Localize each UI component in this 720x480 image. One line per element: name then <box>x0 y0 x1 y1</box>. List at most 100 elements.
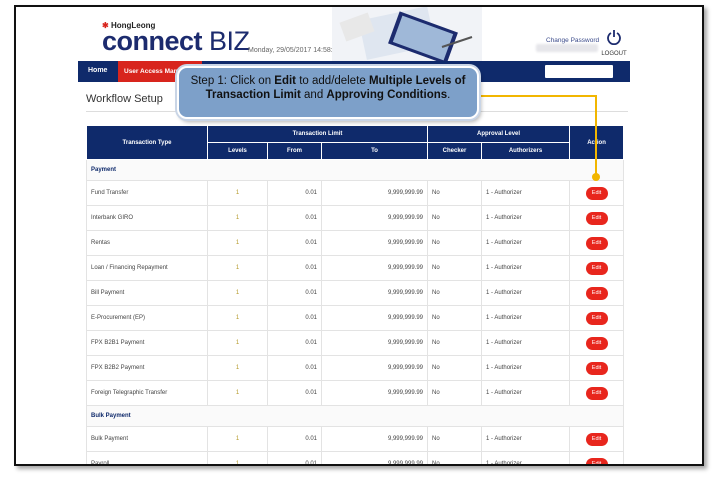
cell-checker: No <box>427 330 483 356</box>
cell-from: 0.01 <box>267 280 322 306</box>
cell-action: Edit <box>569 451 625 464</box>
cell-to: 9,999,999.99 <box>320 355 429 381</box>
cell-authorizers: 1 - Authorizer <box>481 255 571 281</box>
cell-levels: 1 <box>207 355 268 381</box>
table-row: FPX B2B2 Payment 1 0.01 9,999,999.99 No … <box>86 355 625 381</box>
cell-from: 0.01 <box>267 355 322 381</box>
cell-action: Edit <box>569 180 625 206</box>
cell-type: FPX B2B1 Payment <box>86 330 208 356</box>
cell-to: 9,999,999.99 <box>320 380 429 406</box>
cell-action: Edit <box>569 355 625 381</box>
cell-type: Interbank GIRO <box>86 205 208 231</box>
edit-button[interactable]: Edit <box>585 236 608 250</box>
edit-button[interactable]: Edit <box>585 386 608 400</box>
col-checker: Checker <box>427 142 483 160</box>
edit-button[interactable]: Edit <box>585 457 608 464</box>
cell-action: Edit <box>569 305 625 331</box>
cell-action: Edit <box>569 380 625 406</box>
cell-authorizers: 1 - Authorizer <box>481 426 571 452</box>
cell-to: 9,999,999.99 <box>320 205 429 231</box>
section-label: Bulk Payment <box>85 405 625 427</box>
cell-to: 9,999,999.99 <box>320 305 429 331</box>
cell-from: 0.01 <box>267 451 322 464</box>
cell-levels: 1 <box>207 330 268 356</box>
cell-levels: 1 <box>207 230 268 256</box>
callout-text: and <box>300 89 327 101</box>
cell-from: 0.01 <box>267 380 322 406</box>
cell-to: 9,999,999.99 <box>320 255 429 281</box>
cell-from: 0.01 <box>267 180 322 206</box>
cell-checker: No <box>427 451 483 464</box>
table-row: Loan / Financing Repayment 1 0.01 9,999,… <box>86 255 625 281</box>
cell-authorizers: 1 - Authorizer <box>481 380 571 406</box>
cell-from: 0.01 <box>267 426 322 452</box>
cell-checker: No <box>427 355 483 381</box>
cell-levels: 1 <box>207 255 268 281</box>
edit-button[interactable]: Edit <box>585 211 608 225</box>
callout-bold-edit: Edit <box>274 75 297 87</box>
col-action: Action <box>569 125 625 160</box>
edit-button[interactable]: Edit <box>585 186 608 200</box>
cell-checker: No <box>427 280 483 306</box>
col-levels: Levels <box>207 142 268 160</box>
cell-action: Edit <box>569 230 625 256</box>
cell-action: Edit <box>569 426 625 452</box>
cell-from: 0.01 <box>267 205 322 231</box>
cell-to: 9,999,999.99 <box>320 426 429 452</box>
table-row: Bill Payment 1 0.01 9,999,999.99 No 1 - … <box>86 280 625 306</box>
cell-authorizers: 1 - Authorizer <box>481 305 571 331</box>
change-password-link[interactable]: Change Password <box>546 37 599 44</box>
table-row: Foreign Telegraphic Transfer 1 0.01 9,99… <box>86 380 625 406</box>
cell-type: Foreign Telegraphic Transfer <box>86 380 208 406</box>
section-row-payment: Payment <box>85 159 625 181</box>
cell-action: Edit <box>569 330 625 356</box>
edit-button[interactable]: Edit <box>585 432 608 446</box>
table-row: Bulk Payment 1 0.01 9,999,999.99 No 1 - … <box>86 426 625 452</box>
cell-authorizers: 1 - Authorizer <box>481 205 571 231</box>
callout-text: to add/delete <box>296 75 369 87</box>
cell-action: Edit <box>569 255 625 281</box>
header-illustration <box>332 7 482 61</box>
cell-checker: No <box>427 426 483 452</box>
cell-authorizers: 1 - Authorizer <box>481 180 571 206</box>
edit-button[interactable]: Edit <box>585 286 608 300</box>
callout-bold-conditions: Approving Conditions <box>326 89 448 101</box>
cell-checker: No <box>427 380 483 406</box>
table-row: E-Procurement (EP) 1 0.01 9,999,999.99 N… <box>86 305 625 331</box>
cell-checker: No <box>427 305 483 331</box>
edit-button[interactable]: Edit <box>585 336 608 350</box>
cell-to: 9,999,999.99 <box>320 451 429 464</box>
cell-type: Bulk Payment <box>86 426 208 452</box>
cell-levels: 1 <box>207 180 268 206</box>
cell-to: 9,999,999.99 <box>320 330 429 356</box>
cell-type: Rentas <box>86 230 208 256</box>
cell-to: 9,999,999.99 <box>320 280 429 306</box>
cell-type: FPX B2B2 Payment <box>86 355 208 381</box>
section-label: Payment <box>85 159 625 181</box>
instruction-callout: Step 1: Click on Edit to add/delete Mult… <box>177 66 479 119</box>
search-input[interactable] <box>545 65 613 78</box>
cell-authorizers: 1 - Authorizer <box>481 355 571 381</box>
cell-checker: No <box>427 205 483 231</box>
cell-levels: 1 <box>207 280 268 306</box>
callout-text: . <box>447 89 451 101</box>
section-row-bulk-payment: Bulk Payment <box>85 405 625 427</box>
cell-to: 9,999,999.99 <box>320 230 429 256</box>
cell-checker: No <box>427 180 483 206</box>
col-from: From <box>267 142 322 160</box>
cell-from: 0.01 <box>267 305 322 331</box>
app-logo: connect BIZ <box>102 28 250 55</box>
nav-home[interactable]: Home <box>88 67 107 74</box>
power-icon <box>607 30 621 46</box>
logo-connect: connect <box>102 26 203 56</box>
cell-from: 0.01 <box>267 330 322 356</box>
edit-button[interactable]: Edit <box>585 361 608 375</box>
table-row: Rentas 1 0.01 9,999,999.99 No 1 - Author… <box>86 230 625 256</box>
edit-button[interactable]: Edit <box>585 311 608 325</box>
table-row: Payroll 1 0.01 9,999,999.99 No 1 - Autho… <box>86 451 625 464</box>
workflow-table: Transaction Type Transaction Limit Appro… <box>85 125 625 464</box>
logout-button[interactable]: LOGOUT <box>599 29 629 57</box>
page-title: Workflow Setup <box>86 93 163 105</box>
edit-button[interactable]: Edit <box>585 261 608 275</box>
cell-authorizers: 1 - Authorizer <box>481 280 571 306</box>
